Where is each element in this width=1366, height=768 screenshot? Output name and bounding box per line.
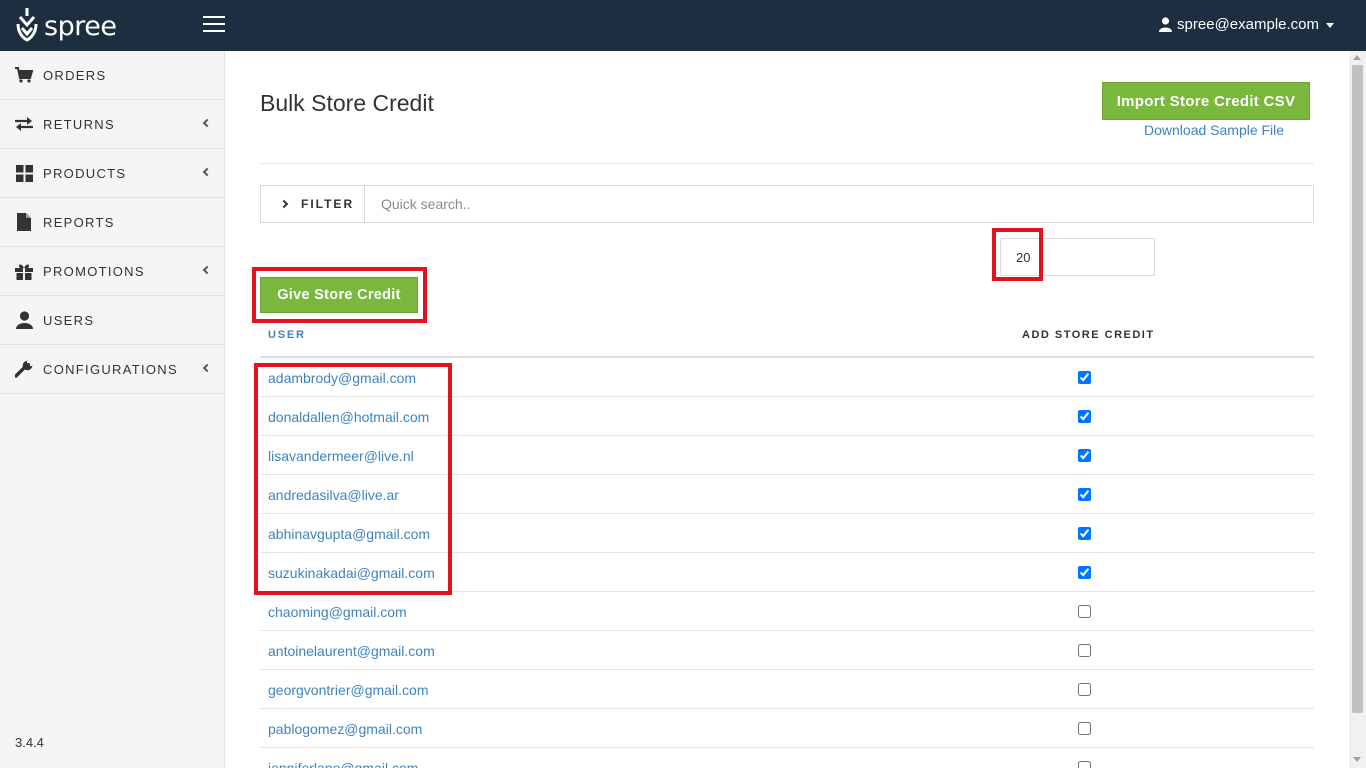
table-row: jenniferlane@gmail.com xyxy=(260,748,1314,768)
add-store-credit-checkbox[interactable] xyxy=(1078,722,1091,735)
user-email-link[interactable]: jenniferlane@gmail.com xyxy=(268,760,418,768)
spree-logo[interactable]: spree xyxy=(16,8,117,44)
scroll-up-arrow-icon[interactable] xyxy=(1353,55,1361,60)
table-row: donaldallen@hotmail.com xyxy=(260,397,1314,436)
sidebar-item-label: PRODUCTS xyxy=(43,165,127,181)
arrows-exchange-icon xyxy=(15,115,33,133)
sidebar-item-label: ORDERS xyxy=(43,67,107,83)
gift-icon xyxy=(15,262,33,280)
sidebar-item-configurations[interactable]: CONFIGURATIONS xyxy=(0,345,224,394)
caret-down-icon xyxy=(1326,23,1334,28)
page-scrollbar[interactable] xyxy=(1349,51,1366,768)
chevron-right-icon xyxy=(279,199,289,209)
sidebar-item-returns[interactable]: RETURNS xyxy=(0,100,224,149)
user-email-link[interactable]: antoinelaurent@gmail.com xyxy=(268,643,435,659)
sidebar-item-label: CONFIGURATIONS xyxy=(43,361,178,377)
chevron-left-icon xyxy=(202,118,212,128)
column-header-user[interactable]: USER xyxy=(268,329,306,341)
import-store-credit-csv-button[interactable]: Import Store Credit CSV xyxy=(1102,82,1310,120)
user-email-link[interactable]: donaldallen@hotmail.com xyxy=(268,409,429,425)
app-version: 3.4.4 xyxy=(15,735,44,750)
wrench-icon xyxy=(15,360,33,378)
add-store-credit-checkbox[interactable] xyxy=(1078,683,1091,696)
chevron-left-icon xyxy=(202,363,212,373)
table-row: chaoming@gmail.com xyxy=(260,592,1314,631)
sidebar-item-label: USERS xyxy=(43,312,95,328)
sidebar-item-reports[interactable]: REPORTS xyxy=(0,198,224,247)
add-store-credit-checkbox[interactable] xyxy=(1078,566,1091,579)
scrollbar-thumb[interactable] xyxy=(1352,65,1363,713)
add-store-credit-checkbox[interactable] xyxy=(1078,488,1091,501)
sidebar-item-label: PROMOTIONS xyxy=(43,263,145,279)
sidebar-item-orders[interactable]: ORDERS xyxy=(0,51,224,100)
user-icon xyxy=(1159,17,1173,32)
table-row: adambrody@gmail.com xyxy=(260,358,1314,397)
give-store-credit-button[interactable]: Give Store Credit xyxy=(260,277,418,313)
user-email-link[interactable]: suzukinakadai@gmail.com xyxy=(268,565,435,581)
add-store-credit-checkbox[interactable] xyxy=(1078,449,1091,462)
table-row: lisavandermeer@live.nl xyxy=(260,436,1314,475)
user-account-menu[interactable]: spree@example.com xyxy=(1159,16,1334,33)
grid-icon xyxy=(15,164,33,182)
page-title: Bulk Store Credit xyxy=(260,90,434,116)
filter-toggle-button[interactable]: FILTER xyxy=(261,186,365,222)
spree-logo-icon xyxy=(16,8,38,42)
sidebar-item-products[interactable]: PRODUCTS xyxy=(0,149,224,198)
scroll-down-arrow-icon[interactable] xyxy=(1353,757,1361,762)
add-store-credit-checkbox[interactable] xyxy=(1078,644,1091,657)
user-email: spree@example.com xyxy=(1177,16,1319,33)
user-email-link[interactable]: pablogomez@gmail.com xyxy=(268,721,422,737)
logo-text: spree xyxy=(44,10,117,42)
user-email-link[interactable]: chaoming@gmail.com xyxy=(268,604,407,620)
column-header-add-store-credit: ADD STORE CREDIT xyxy=(1022,329,1155,341)
filter-bar: FILTER xyxy=(260,185,1314,223)
sidebar-item-label: RETURNS xyxy=(43,116,115,132)
user-email-link[interactable]: abhinavgupta@gmail.com xyxy=(268,526,430,542)
user-icon xyxy=(15,311,33,329)
chevron-left-icon xyxy=(202,265,212,275)
table-row: abhinavgupta@gmail.com xyxy=(260,514,1314,553)
add-store-credit-checkbox[interactable] xyxy=(1078,761,1091,768)
add-store-credit-checkbox[interactable] xyxy=(1078,371,1091,384)
user-email-link[interactable]: lisavandermeer@live.nl xyxy=(268,448,414,464)
sidebar-item-users[interactable]: USERS xyxy=(0,296,224,345)
file-icon xyxy=(15,213,33,231)
header-divider xyxy=(260,163,1314,164)
table-row: georgvontrier@gmail.com xyxy=(260,670,1314,709)
sidebar: ORDERS RETURNS PRODUCTS REPORTS PROMOTIO… xyxy=(0,51,225,768)
table-row: antoinelaurent@gmail.com xyxy=(260,631,1314,670)
download-sample-file-link[interactable]: Download Sample File xyxy=(1144,122,1284,138)
sidebar-item-label: REPORTS xyxy=(43,214,115,230)
table-row: pablogomez@gmail.com xyxy=(260,709,1314,748)
add-store-credit-checkbox[interactable] xyxy=(1078,605,1091,618)
cart-icon xyxy=(15,66,33,84)
store-credit-amount-input[interactable] xyxy=(1000,238,1155,276)
user-email-link[interactable]: andredasilva@live.ar xyxy=(268,487,399,503)
table-row: suzukinakadai@gmail.com xyxy=(260,553,1314,592)
top-bar: spree spree@example.com xyxy=(0,0,1366,51)
add-store-credit-checkbox[interactable] xyxy=(1078,410,1091,423)
table-row: andredasilva@live.ar xyxy=(260,475,1314,514)
filter-label: FILTER xyxy=(301,197,355,211)
quick-search-input[interactable] xyxy=(365,186,1313,222)
chevron-left-icon xyxy=(202,167,212,177)
sidebar-item-promotions[interactable]: PROMOTIONS xyxy=(0,247,224,296)
add-store-credit-checkbox[interactable] xyxy=(1078,527,1091,540)
users-table-body: adambrody@gmail.com donaldallen@hotmail.… xyxy=(260,358,1314,768)
user-email-link[interactable]: georgvontrier@gmail.com xyxy=(268,682,429,698)
user-email-link[interactable]: adambrody@gmail.com xyxy=(268,370,416,386)
hamburger-menu-icon[interactable] xyxy=(203,16,225,32)
